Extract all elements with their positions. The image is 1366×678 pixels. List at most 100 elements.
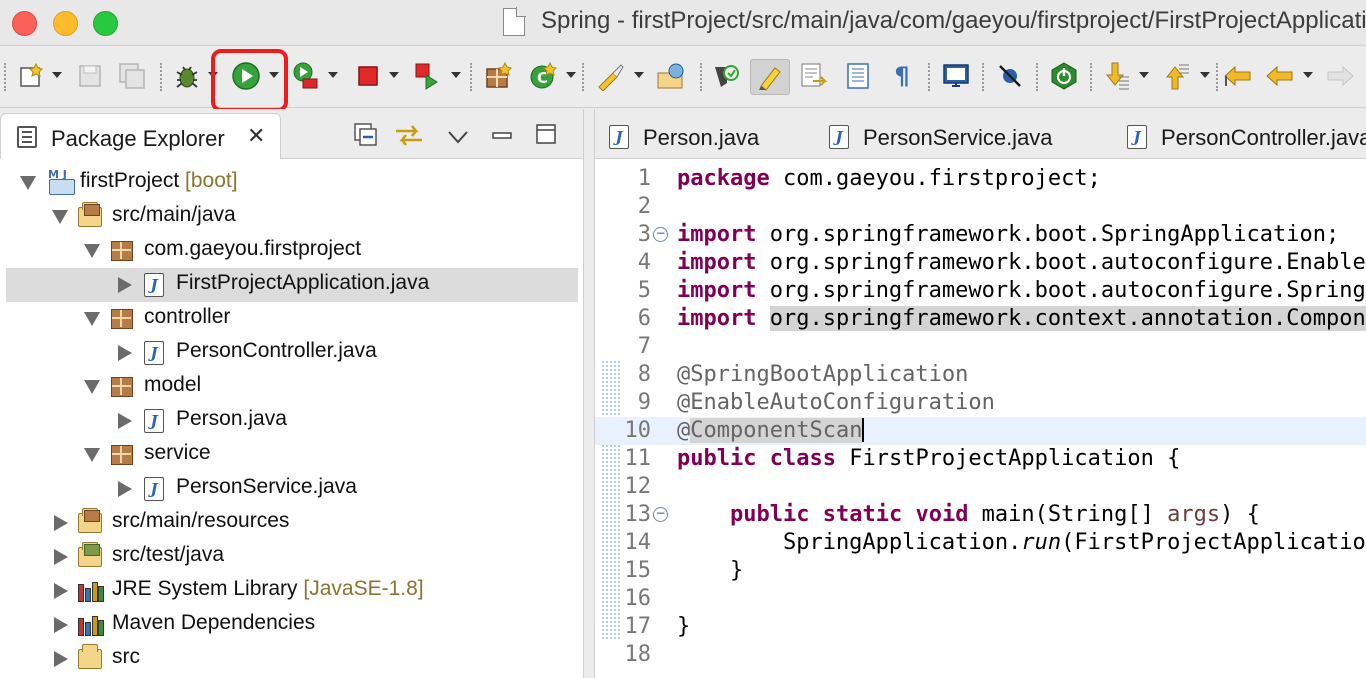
collapsed-twisty-icon[interactable] <box>54 583 68 599</box>
tree-item[interactable]: src/test/java <box>6 540 578 574</box>
terminate-icon[interactable] <box>352 60 384 92</box>
code-line[interactable]: 5 import org.springframework.boot.autocon… <box>595 277 1366 305</box>
expanded-twisty-icon[interactable] <box>84 380 100 394</box>
expanded-twisty-icon[interactable] <box>84 448 100 462</box>
toggle-block-selection-icon[interactable] <box>798 60 830 92</box>
save-all-icon[interactable] <box>116 60 148 92</box>
tree-item[interactable]: J FirstProjectApplication.java <box>6 268 578 302</box>
open-type-dropdown[interactable] <box>634 72 644 78</box>
new-icon[interactable] <box>16 60 48 92</box>
code-line[interactable]: 8 @SpringBootApplication <box>595 361 1366 389</box>
zoom-window-button[interactable] <box>93 11 118 36</box>
link-with-editor-icon[interactable] <box>392 121 426 153</box>
code-line[interactable]: 9 @EnableAutoConfiguration <box>595 389 1366 417</box>
open-task-icon[interactable] <box>656 60 688 92</box>
collapsed-twisty-icon[interactable] <box>54 617 68 633</box>
run-coverage-icon[interactable] <box>290 60 322 92</box>
tab-package-explorer[interactable]: Package Explorer ✕ <box>0 113 281 159</box>
code-line[interactable]: 7 <box>595 333 1366 361</box>
tree-item[interactable]: controller <box>6 302 578 336</box>
collapsed-twisty-icon[interactable] <box>54 515 68 531</box>
spring-boot-dashboard-icon[interactable] <box>1048 60 1080 92</box>
save-icon[interactable] <box>74 60 106 92</box>
toolbar-separator <box>160 63 163 91</box>
collapsed-twisty-icon[interactable] <box>118 413 132 429</box>
tree-item-label: PersonService.java <box>176 475 357 498</box>
open-type-icon[interactable] <box>594 60 626 92</box>
tree-item[interactable]: com.gaeyou.firstproject <box>6 234 578 268</box>
collapsed-twisty-icon[interactable] <box>118 277 132 293</box>
view-menu-icon[interactable] <box>447 126 469 148</box>
minimize-view-icon[interactable] <box>492 123 512 145</box>
tab-personcontroller-java[interactable]: J PersonController.java <box>1113 113 1366 159</box>
tree-item[interactable]: JRE System Library [JavaSE-1.8] <box>6 574 578 608</box>
last-edit-icon[interactable] <box>1222 60 1254 92</box>
new-java-class-icon[interactable]: C <box>527 60 559 92</box>
code-line[interactable]: 2 <box>595 193 1366 221</box>
back-icon[interactable] <box>1264 60 1296 92</box>
collapsed-twisty-icon[interactable] <box>54 549 68 565</box>
tree-item[interactable]: src/main/resources <box>6 506 578 540</box>
next-annotation-dropdown[interactable] <box>1139 72 1149 78</box>
maximize-view-icon[interactable] <box>535 123 557 149</box>
collapsed-twisty-icon[interactable] <box>118 481 132 497</box>
tab-personservice-java[interactable]: J PersonService.java <box>815 113 1111 159</box>
forward-icon[interactable] <box>1324 60 1356 92</box>
new-class-dropdown[interactable] <box>566 72 576 78</box>
toggle-breakpoints-icon[interactable] <box>994 60 1026 92</box>
expanded-twisty-icon[interactable] <box>84 244 100 258</box>
open-console-icon[interactable] <box>940 60 972 92</box>
external-tools-dropdown[interactable] <box>451 72 461 78</box>
code-line[interactable]: 11 public class FirstProjectApplication { <box>595 445 1366 473</box>
code-line[interactable]: 18 <box>595 641 1366 669</box>
code-line[interactable]: 1 package com.gaeyou.firstproject; <box>595 165 1366 193</box>
new-dropdown[interactable] <box>52 72 62 78</box>
tree-item[interactable]: src <box>6 642 578 676</box>
close-icon[interactable]: ✕ <box>247 123 265 149</box>
code-line[interactable]: 13− public static void main(String[] arg… <box>595 501 1366 529</box>
tree-item[interactable]: model <box>6 370 578 404</box>
collapsed-twisty-icon[interactable] <box>54 651 68 667</box>
tree-item[interactable]: M JfirstProject [boot] <box>6 166 578 200</box>
back-dropdown[interactable] <box>1303 72 1313 78</box>
close-window-button[interactable] <box>12 11 37 36</box>
next-annotation-icon[interactable] <box>1100 60 1132 92</box>
code-line[interactable]: 16 <box>595 585 1366 613</box>
minimize-window-button[interactable] <box>53 11 78 36</box>
new-java-package-icon[interactable] <box>482 60 514 92</box>
tree-item[interactable]: J PersonController.java <box>6 336 578 370</box>
run-coverage-dropdown[interactable] <box>328 72 338 78</box>
external-tools-icon[interactable] <box>412 60 444 92</box>
expanded-twisty-icon[interactable] <box>20 176 36 190</box>
expanded-twisty-icon[interactable] <box>84 312 100 326</box>
code-line[interactable]: 3− import org.springframework.boot.Spring… <box>595 221 1366 249</box>
tree-item[interactable]: Maven Dependencies <box>6 608 578 642</box>
code-line[interactable]: 6 import org.springframework.context.anno… <box>595 305 1366 333</box>
tree-item[interactable]: src/main/java <box>6 200 578 234</box>
previous-annotation-icon[interactable] <box>1160 60 1192 92</box>
code-line[interactable]: 4 import org.springframework.boot.autocon… <box>595 249 1366 277</box>
package-explorer-view: Package Explorer ✕ M JfirstProject [boot… <box>0 109 584 678</box>
fold-collapse-icon[interactable]: − <box>653 507 668 522</box>
expanded-twisty-icon[interactable] <box>52 210 68 224</box>
collapse-all-icon[interactable] <box>352 121 380 153</box>
code-line[interactable]: 10 @ComponentScan <box>595 417 1366 445</box>
search-icon[interactable] <box>710 60 742 92</box>
toggle-word-wrap-icon[interactable] <box>842 60 874 92</box>
toggle-mark-occurrences-icon[interactable] <box>750 59 790 95</box>
tree-item-decoration: [JavaSE-1.8] <box>297 577 424 600</box>
collapsed-twisty-icon[interactable] <box>118 345 132 361</box>
code-line[interactable]: 17} <box>595 613 1366 641</box>
code-line[interactable]: 15 } <box>595 557 1366 585</box>
tree-item[interactable]: service <box>6 438 578 472</box>
tab-person-java[interactable]: J Person.java <box>595 113 815 159</box>
tree-item[interactable]: J Person.java <box>6 404 578 438</box>
fold-collapse-icon[interactable]: − <box>653 227 668 242</box>
code-line[interactable]: 12 <box>595 473 1366 501</box>
previous-annotation-dropdown[interactable] <box>1200 72 1210 78</box>
show-whitespace-icon[interactable]: ¶ <box>886 60 918 92</box>
code-line[interactable]: 14 SpringApplication.run(FirstProjectApp… <box>595 529 1366 557</box>
terminate-dropdown[interactable] <box>389 72 399 78</box>
debug-icon[interactable] <box>171 60 203 92</box>
tree-item[interactable]: J PersonService.java <box>6 472 578 506</box>
